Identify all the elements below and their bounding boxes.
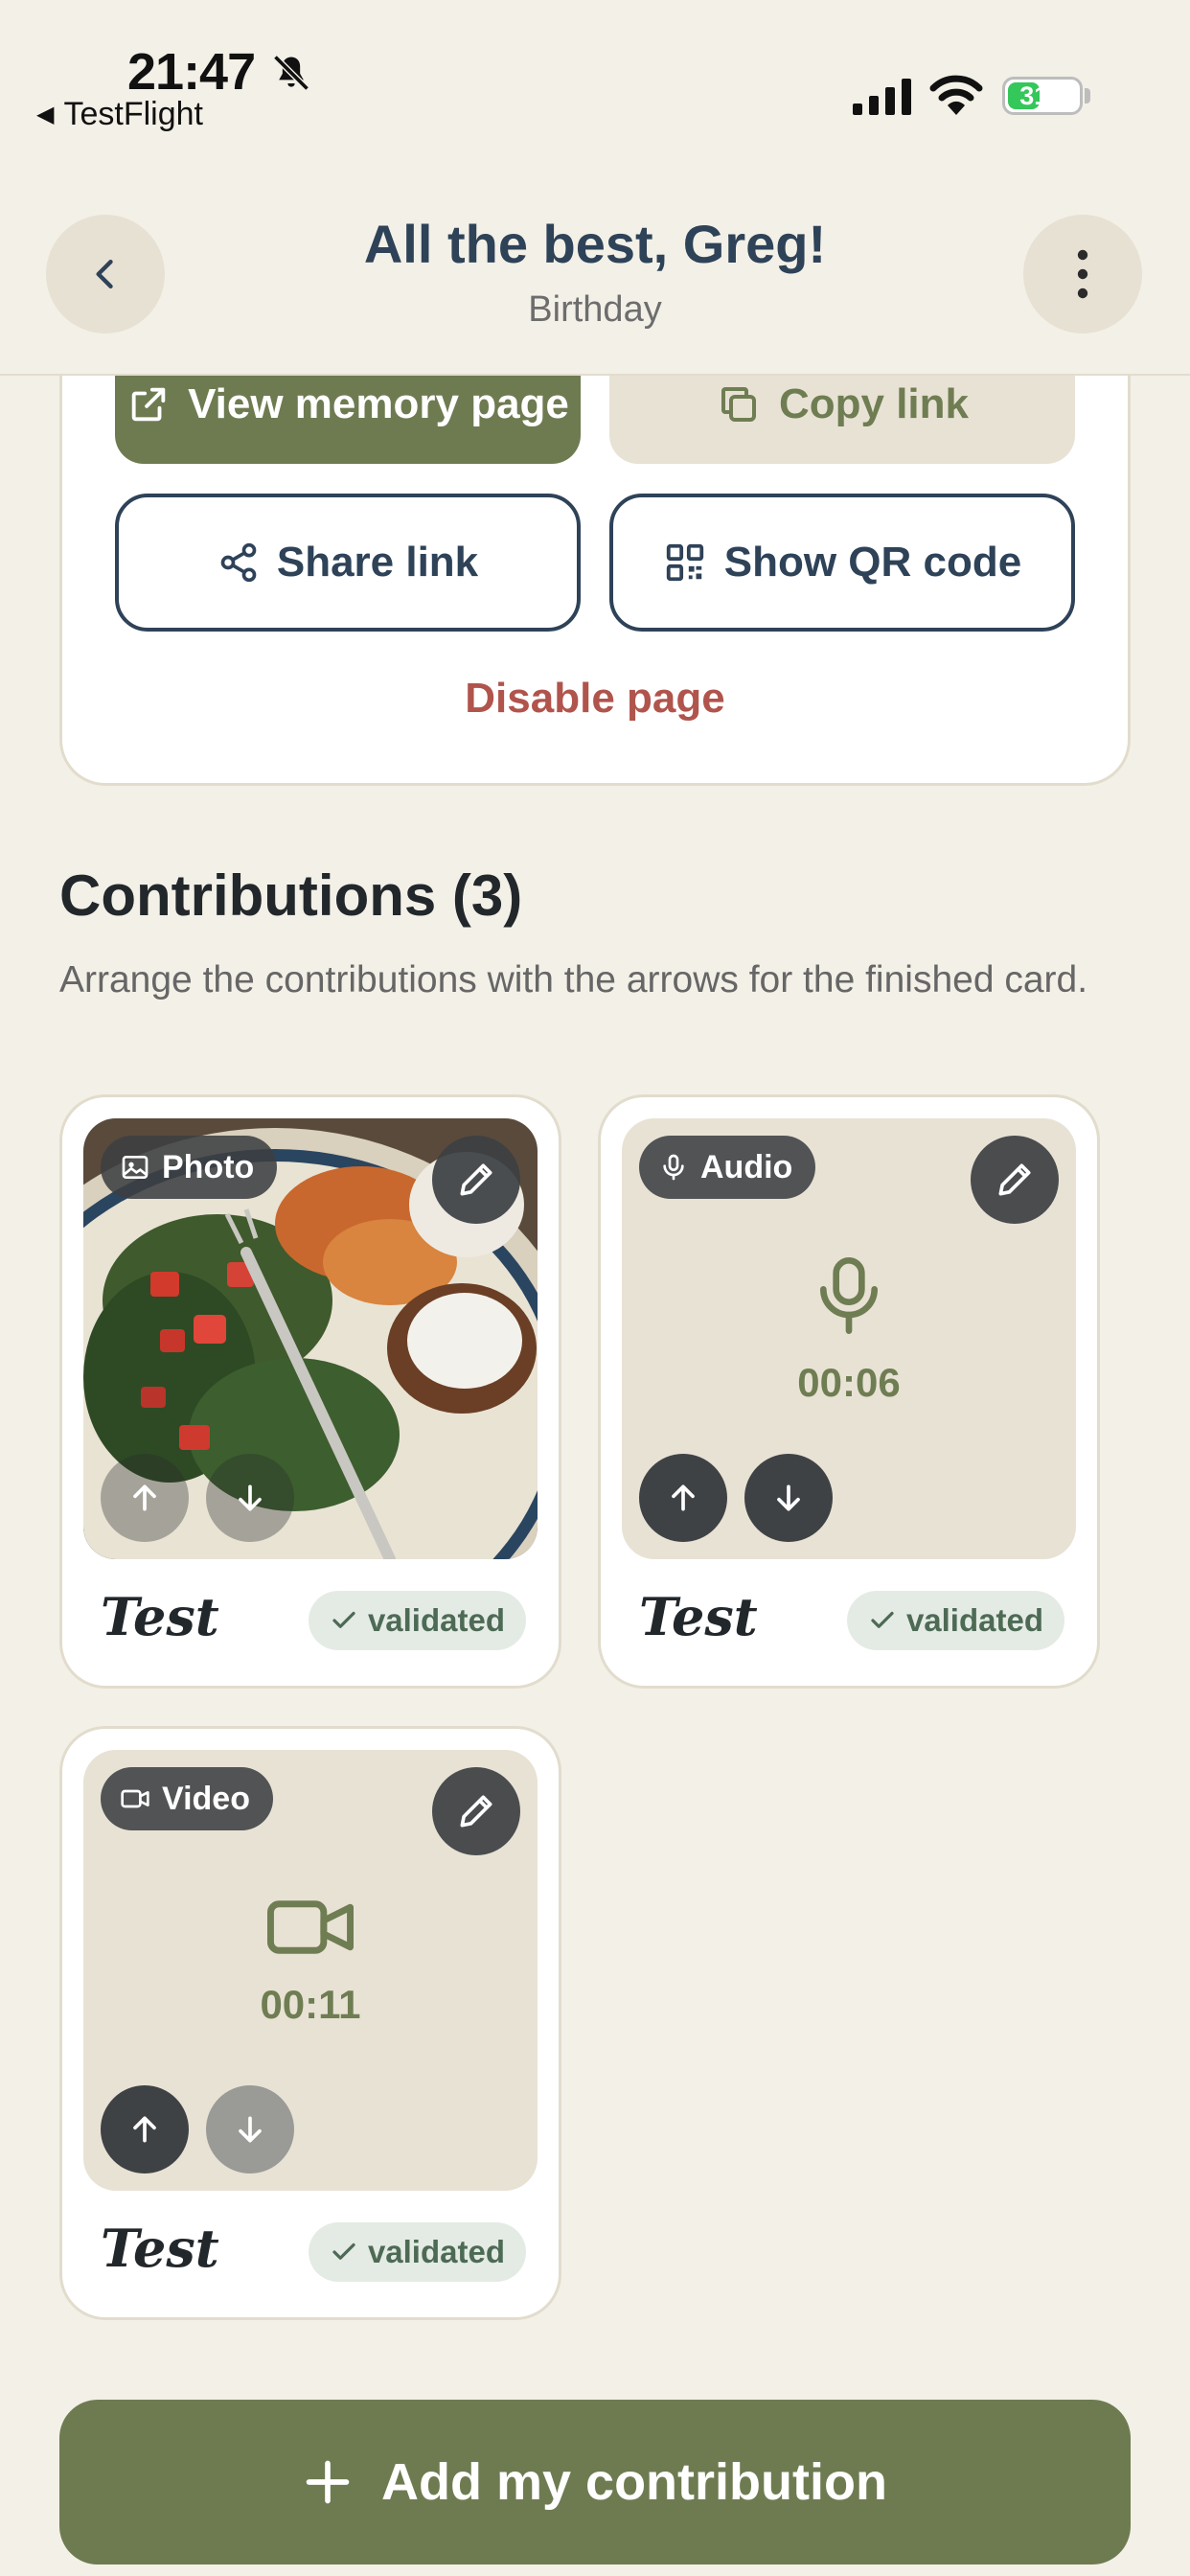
edit-button[interactable] xyxy=(432,1136,520,1224)
share-link-label: Share link xyxy=(276,539,479,586)
page-subtitle: Birthday xyxy=(528,289,662,330)
edit-button[interactable] xyxy=(971,1136,1059,1224)
copy-link-label: Copy link xyxy=(778,380,970,427)
page-title: All the best, Greg! xyxy=(363,214,827,274)
move-down-button[interactable] xyxy=(206,1454,294,1542)
pencil-icon xyxy=(998,1163,1031,1196)
back-app-label: TestFlight xyxy=(63,96,203,132)
show-qr-code-label: Show QR code xyxy=(723,539,1022,586)
back-triangle-icon: ◀ xyxy=(36,102,55,127)
more-vertical-icon xyxy=(1077,249,1088,299)
battery-indicator: 31 ⚡ xyxy=(1002,77,1083,115)
move-up-button[interactable] xyxy=(101,1454,189,1542)
status-label: validated xyxy=(367,2234,505,2269)
contribution-author: Test xyxy=(639,1586,758,1647)
pencil-icon xyxy=(460,1795,492,1828)
video-preview[interactable]: Video 00:11 xyxy=(83,1750,538,2191)
audio-info: 00:06 xyxy=(622,1253,1076,1406)
audio-duration: 00:06 xyxy=(797,1360,901,1405)
arrow-down-icon xyxy=(777,1484,800,1511)
status-label: validated xyxy=(367,1602,505,1638)
video-camera-icon xyxy=(121,1789,149,1808)
media-type-label: Video xyxy=(162,1780,250,1817)
share-icon xyxy=(220,542,257,583)
arrow-down-icon xyxy=(239,1484,262,1511)
bell-slash-icon xyxy=(273,55,309,91)
contribution-author: Test xyxy=(101,1586,219,1647)
show-qr-code-button[interactable]: Show QR code xyxy=(609,494,1075,632)
contribution-card-video: Video 00:11 Test validated xyxy=(59,1726,561,2320)
check-icon xyxy=(332,1611,355,1628)
view-memory-page-label: View memory page xyxy=(188,380,569,427)
disable-page-link[interactable]: Disable page xyxy=(0,675,1190,723)
image-icon xyxy=(122,1156,149,1179)
check-icon xyxy=(871,1611,894,1628)
copy-icon xyxy=(721,387,756,422)
add-contribution-button[interactable]: Add my contribution xyxy=(59,2400,1131,2564)
media-type-tag: Audio xyxy=(639,1136,816,1199)
edit-button[interactable] xyxy=(432,1767,520,1855)
battery-percent: 31 ⚡ xyxy=(1019,80,1065,110)
contributions-title: Contributions (3) xyxy=(59,863,523,928)
arrow-up-icon xyxy=(133,1484,156,1511)
back-to-app-link[interactable]: ◀ TestFlight xyxy=(36,96,203,133)
audio-preview[interactable]: Audio 00:06 xyxy=(622,1118,1076,1559)
external-link-icon xyxy=(131,387,166,422)
move-up-button[interactable] xyxy=(639,1454,727,1542)
more-options-button[interactable] xyxy=(1023,215,1142,334)
photo-thumbnail[interactable]: Photo xyxy=(83,1118,538,1559)
media-type-tag: Video xyxy=(101,1767,273,1830)
wifi-icon xyxy=(929,75,983,115)
arrow-up-icon xyxy=(672,1484,695,1511)
status-bar: 21:47 ◀ TestFlight 31 ⚡ xyxy=(0,0,1190,163)
plus-icon xyxy=(306,2460,350,2504)
move-down-button[interactable] xyxy=(206,2085,294,2174)
contribution-card-photo: Photo Test validated xyxy=(59,1094,561,1689)
qr-code-icon xyxy=(666,543,703,582)
status-label: validated xyxy=(905,1602,1043,1638)
contribution-author: Test xyxy=(101,2218,219,2279)
media-type-label: Photo xyxy=(162,1148,255,1185)
arrow-up-icon xyxy=(133,2116,156,2143)
cellular-signal-icon xyxy=(853,79,911,115)
status-time: 21:47 xyxy=(127,43,256,101)
contribution-card-audio: Audio 00:06 Test validated xyxy=(598,1094,1100,1689)
video-camera-icon xyxy=(267,1900,354,1954)
move-up-button[interactable] xyxy=(101,2085,189,2174)
check-icon xyxy=(332,2242,355,2260)
microphone-icon xyxy=(663,1154,684,1181)
status-badge: validated xyxy=(846,1591,1064,1650)
media-type-tag: Photo xyxy=(101,1136,278,1199)
media-type-label: Audio xyxy=(700,1148,793,1185)
status-badge: validated xyxy=(308,2222,526,2282)
battery-cap xyxy=(1085,88,1090,104)
video-duration: 00:11 xyxy=(260,1982,361,2027)
status-badge: validated xyxy=(308,1591,526,1650)
move-down-button[interactable] xyxy=(744,1454,833,1542)
pencil-icon xyxy=(460,1163,492,1196)
share-link-button[interactable]: Share link xyxy=(115,494,581,632)
arrow-down-icon xyxy=(239,2116,262,2143)
add-contribution-label: Add my contribution xyxy=(381,2453,887,2511)
contributions-description: Arrange the contributions with the arrow… xyxy=(59,959,1088,1000)
header-bar: All the best, Greg! Birthday xyxy=(0,163,1190,376)
video-info: 00:11 xyxy=(83,1894,538,2028)
microphone-icon xyxy=(820,1257,878,1334)
